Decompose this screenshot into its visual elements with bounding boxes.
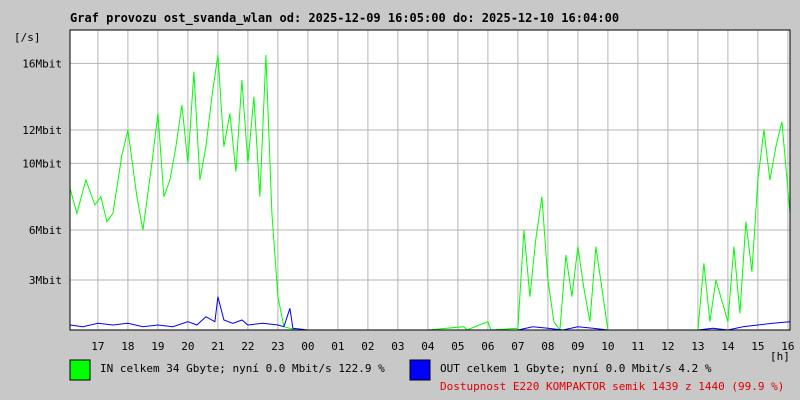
plot-area — [70, 30, 790, 330]
x-tick-label: 11 — [631, 340, 644, 353]
x-tick-label: 02 — [361, 340, 374, 353]
x-tick-label: 03 — [391, 340, 404, 353]
y-tick-label: 16Mbit — [22, 57, 62, 70]
chart-stage: Graf provozu ost_svanda_wlan od: 2025-12… — [0, 0, 800, 400]
x-tick-label: 14 — [721, 340, 735, 353]
x-tick-label: 00 — [301, 340, 314, 353]
y-axis-label: [/s] — [14, 31, 41, 44]
x-tick-label: 09 — [571, 340, 584, 353]
x-tick-label: 07 — [511, 340, 524, 353]
x-tick-label: 13 — [691, 340, 704, 353]
x-tick-labels: 17 18 19 20 21 22 23 00 01 02 03 04 05 06 07 08 09 10 11 12… — [91, 340, 794, 353]
x-tick-label: 15 — [751, 340, 764, 353]
x-tick-label: 21 — [211, 340, 224, 353]
x-tick-label: 19 — [151, 340, 164, 353]
x-tick-label: 01 — [331, 340, 344, 353]
y-tick-labels: 3Mbit 6Mbit 10Mbit 12Mbit 16Mbit — [22, 57, 62, 287]
x-tick-label: 23 — [271, 340, 284, 353]
x-tick-label: 06 — [481, 340, 494, 353]
x-tick-label: 04 — [421, 340, 435, 353]
y-tick-label: 6Mbit — [29, 224, 62, 237]
availability-text: Dostupnost E220 KOMPAKTOR semik 1439 z 1… — [440, 380, 784, 393]
x-tick-label: 16 — [781, 340, 794, 353]
x-tick-label: 20 — [181, 340, 194, 353]
chart-title: Graf provozu ost_svanda_wlan od: 2025-12… — [70, 11, 619, 26]
x-tick-label: 10 — [601, 340, 614, 353]
legend-swatch-out — [409, 359, 431, 381]
traffic-chart: Graf provozu ost_svanda_wlan od: 2025-12… — [14, 11, 795, 393]
y-tick-label: 3Mbit — [29, 274, 62, 287]
x-tick-label: 08 — [541, 340, 554, 353]
x-tick-label: 05 — [451, 340, 464, 353]
x-tick-label: 17 — [91, 340, 104, 353]
x-tick-label: 18 — [121, 340, 134, 353]
y-tick-label: 10Mbit — [22, 157, 62, 170]
legend-text-in: IN celkem 34 Gbyte; nyní 0.0 Mbit/s 122.… — [100, 362, 385, 375]
x-tick-label: 12 — [661, 340, 674, 353]
x-tick-label: 22 — [241, 340, 254, 353]
legend-swatch-in — [69, 359, 91, 381]
legend-text-out: OUT celkem 1 Gbyte; nyní 0.0 Mbit/s 4.2 … — [440, 362, 712, 375]
y-tick-label: 12Mbit — [22, 124, 62, 137]
